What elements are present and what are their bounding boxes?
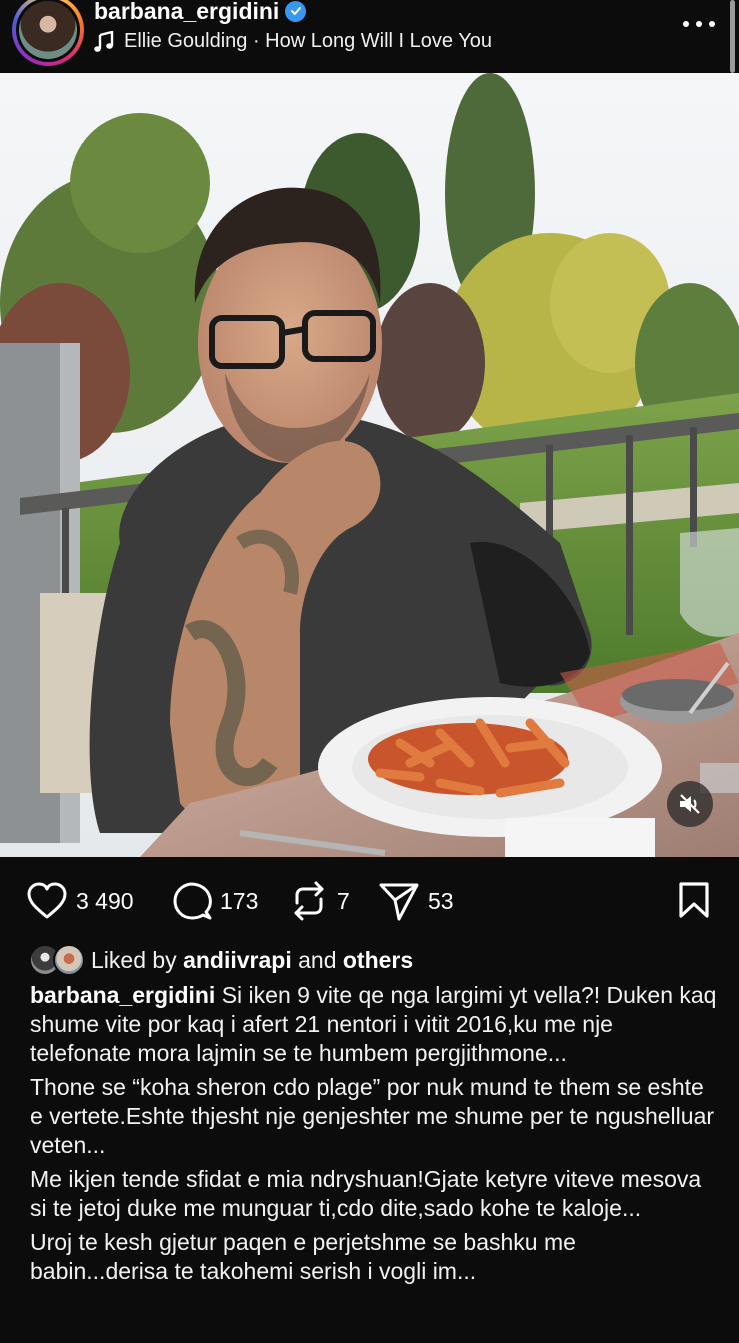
reposts-count: 7 [337, 887, 350, 914]
save-button[interactable] [678, 881, 710, 924]
story-avatar[interactable] [12, 0, 84, 66]
muted-speaker-icon [680, 794, 700, 814]
repost-icon [294, 881, 324, 921]
caption-paragraph-2: Thone se “koha sheron cdo plage” por nuk… [30, 1074, 715, 1158]
liked-by-avatars [29, 944, 87, 976]
username-link[interactable]: barbana_ergidini [94, 0, 279, 25]
comments-count: 173 [220, 887, 259, 914]
liked-by-user-link[interactable]: andiivrapi [183, 947, 292, 974]
avatar [53, 944, 85, 976]
post-photo[interactable] [0, 73, 739, 857]
share-icon [379, 883, 419, 921]
caption-username-link[interactable]: barbana_ergidini [30, 982, 215, 1008]
bookmark-icon [679, 882, 709, 918]
avatar [19, 1, 77, 59]
post-screen: barbana_ergidini Ellie Goulding · How Lo… [0, 0, 739, 1343]
like-button[interactable]: 3 490 [26, 876, 134, 926]
shares-count: 53 [428, 887, 454, 914]
liked-by-row[interactable]: Liked by andiivrapi and others [29, 942, 413, 978]
comment-button[interactable]: 173 [172, 876, 258, 926]
action-bar: 3 490 173 7 53 [0, 876, 739, 926]
heart-icon [27, 882, 67, 919]
verified-badge-icon [285, 0, 307, 22]
music-note-icon [94, 30, 114, 52]
repost-button[interactable]: 7 [289, 876, 350, 926]
more-options-icon[interactable] [683, 14, 715, 34]
liked-by-others-link[interactable]: others [343, 947, 413, 974]
post-caption: barbana_ergidini Si iken 9 vite qe nga l… [30, 981, 720, 1291]
share-button[interactable]: 53 [378, 876, 454, 926]
caption-paragraph-4: Uroj te kesh gjetur paqen e perjetshme s… [30, 1229, 576, 1284]
song-title: Ellie Goulding · How Long Will I Love Yo… [124, 30, 492, 52]
caption-paragraph-3: Me ikjen tende sfidat e mia ndryshuan!Gj… [30, 1166, 702, 1221]
likes-count: 3 490 [76, 887, 134, 914]
mute-toggle-button[interactable] [667, 781, 713, 827]
scrollbar[interactable] [730, 0, 735, 73]
post-header: barbana_ergidini Ellie Goulding · How Lo… [0, 0, 739, 73]
liked-by-connector: and [298, 946, 337, 973]
photo-scene [0, 73, 739, 857]
comment-icon [173, 882, 212, 920]
audio-link[interactable]: Ellie Goulding · How Long Will I Love Yo… [94, 30, 492, 53]
liked-by-prefix: Liked by [91, 946, 177, 973]
